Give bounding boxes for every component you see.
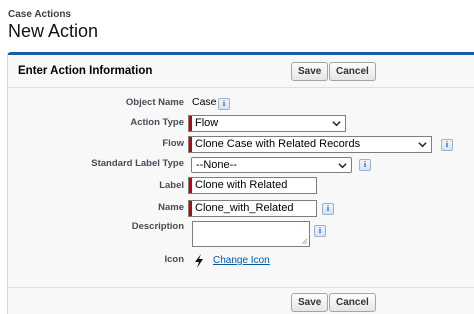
action-type-select[interactable]: Flow: [188, 115, 346, 132]
panel-footer-divider: [8, 287, 474, 288]
description-label: Description: [131, 221, 184, 232]
object-name-info-icon[interactable]: i: [218, 98, 230, 110]
label-input-value: Clone with Related: [195, 179, 288, 191]
chevron-down-icon: [418, 142, 427, 148]
resize-grip-icon[interactable]: [301, 238, 308, 245]
chevron-down-icon: [338, 163, 347, 169]
name-info-icon[interactable]: i: [322, 203, 334, 215]
description-info-icon[interactable]: i: [314, 225, 326, 237]
panel-title: Enter Action Information: [18, 65, 153, 77]
cancel-button-top[interactable]: Cancel: [329, 62, 376, 81]
required-indicator: [189, 137, 192, 152]
action-form-panel: Enter Action Information Save Cancel Obj…: [7, 52, 474, 314]
name-input-value: Clone_with_Related: [195, 202, 294, 214]
chevron-down-icon: [332, 121, 341, 127]
flow-info-icon[interactable]: i: [441, 139, 453, 151]
flow-select[interactable]: Clone Case with Related Records: [188, 136, 432, 153]
required-indicator: [189, 201, 192, 216]
action-type-value: Flow: [195, 117, 219, 129]
cancel-button-bottom[interactable]: Cancel: [329, 293, 376, 312]
page-title: New Action: [8, 21, 99, 41]
standard-label-type-info-icon[interactable]: i: [359, 159, 371, 171]
object-name-value: Case: [192, 96, 217, 108]
flow-label: Flow: [162, 138, 184, 149]
label-field-label: Label: [159, 180, 184, 191]
form-body: Object Name Case i Action Type Flow Flow…: [8, 89, 474, 289]
name-field-label: Name: [158, 202, 184, 213]
action-type-label: Action Type: [130, 117, 184, 128]
standard-label-type-label: Standard Label Type: [91, 158, 184, 169]
standard-label-type-select[interactable]: --None--: [191, 157, 352, 173]
flow-value: Clone Case with Related Records: [195, 138, 361, 150]
change-icon-link[interactable]: Change Icon: [213, 255, 270, 266]
required-indicator: [189, 178, 192, 193]
save-button-bottom[interactable]: Save: [291, 293, 329, 312]
icon-label: Icon: [164, 254, 184, 265]
standard-label-type-value: --None--: [196, 159, 237, 171]
name-input[interactable]: Clone_with_Related: [188, 200, 317, 217]
required-indicator: [189, 116, 192, 131]
page-header: Case Actions New Action: [8, 9, 98, 42]
object-name-label: Object Name: [125, 97, 184, 108]
panel-header: Enter Action Information Save Cancel: [8, 55, 474, 88]
lightning-bolt-icon: [195, 254, 203, 268]
breadcrumb: Case Actions: [8, 9, 71, 20]
save-button-top[interactable]: Save: [291, 62, 329, 81]
description-textarea[interactable]: [192, 221, 310, 247]
label-input[interactable]: Clone with Related: [188, 177, 317, 194]
